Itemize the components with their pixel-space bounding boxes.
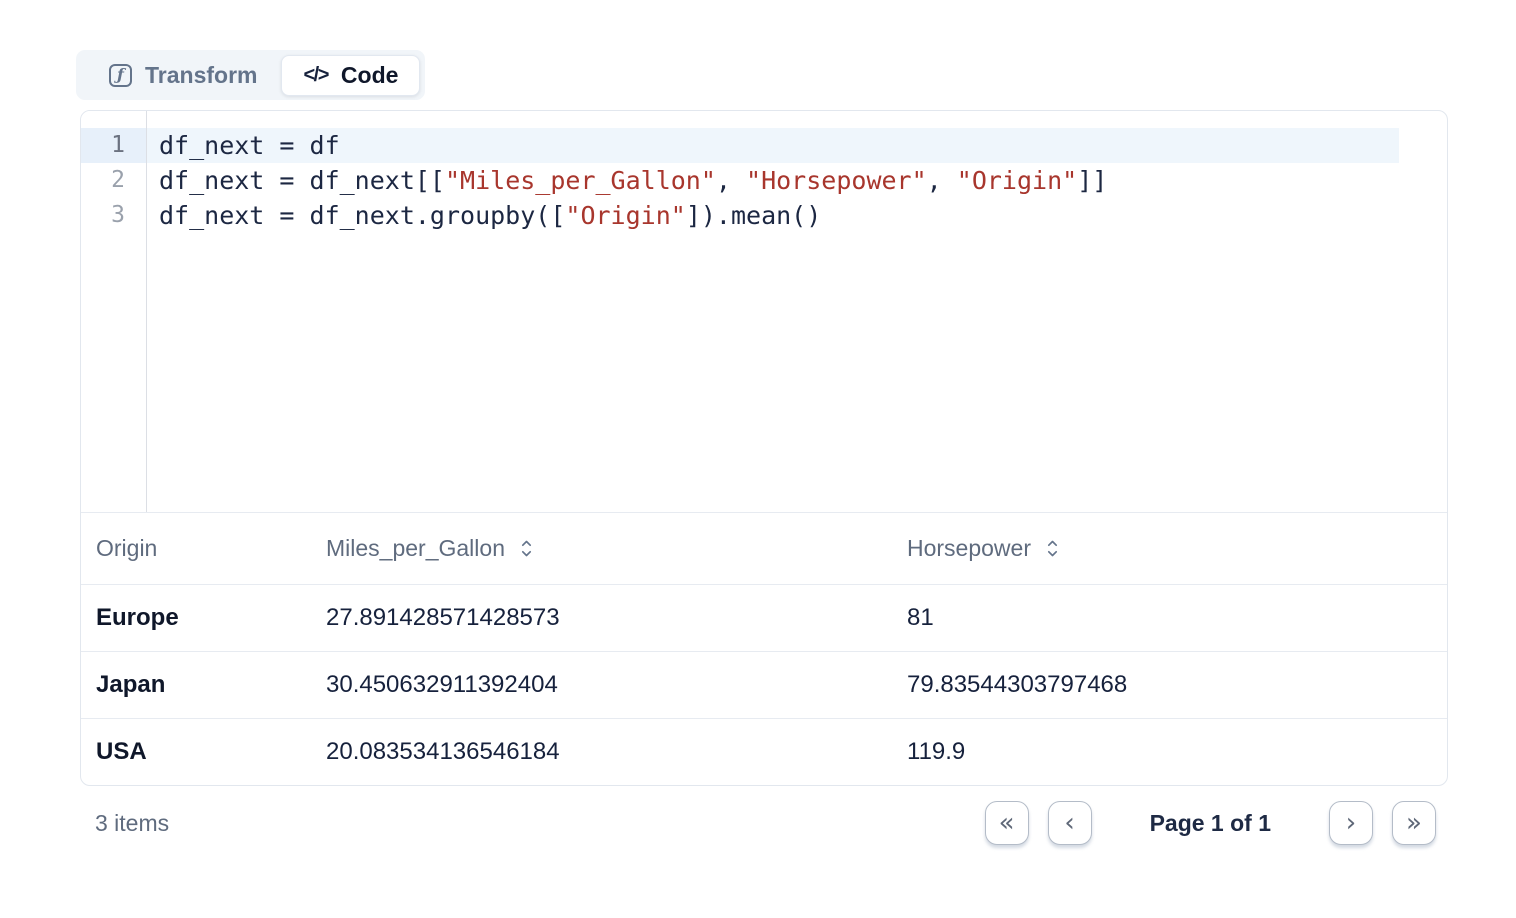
tab-code-label: Code: [341, 62, 399, 89]
dataframe-card: 123 df_next = df df_next = df_next[["Mile…: [80, 110, 1448, 786]
header-row: Origin Miles_per_Gallon Horsepower: [81, 513, 1447, 584]
chevron-right-icon: ›: [1346, 810, 1356, 836]
value-cell: 79.83544303797468: [892, 651, 1447, 718]
string-token: "Origin": [957, 166, 1077, 195]
page-indicator: Page 1 of 1: [1150, 810, 1271, 837]
result-table: Origin Miles_per_Gallon Horsepower Europe2…: [81, 513, 1447, 785]
table-footer: 3 items « ‹ Page 1 of 1 › »: [80, 786, 1448, 845]
tab-transform[interactable]: ƒ Transform: [81, 55, 281, 96]
column-label: Origin: [96, 535, 157, 561]
code-token: ,: [716, 166, 746, 195]
code-token: ,: [927, 166, 957, 195]
string-token: "Horsepower": [746, 166, 927, 195]
string-token: "Miles_per_Gallon": [445, 166, 716, 195]
value-cell: 119.9: [892, 718, 1447, 785]
code-line[interactable]: df_next = df: [147, 128, 1399, 163]
table-row: Europe27.89142857142857381: [81, 584, 1447, 651]
code-line[interactable]: df_next = df_next.groupby(["Origin"]).me…: [147, 198, 1447, 233]
column-label: Miles_per_Gallon: [326, 535, 505, 561]
column-label: Horsepower: [907, 535, 1031, 561]
double-chevron-left-icon: «: [999, 810, 1015, 836]
view-toggle: ƒ Transform </> Code: [76, 50, 425, 100]
table-row: Japan30.45063291139240479.83544303797468: [81, 651, 1447, 718]
chevron-left-icon: ‹: [1064, 810, 1074, 836]
prev-page-button[interactable]: ‹: [1048, 801, 1092, 845]
column-header-origin: Origin: [81, 513, 311, 584]
last-page-button[interactable]: »: [1392, 801, 1436, 845]
code-token: ]).mean(): [686, 201, 821, 230]
next-page-button[interactable]: ›: [1329, 801, 1373, 845]
table-header: Origin Miles_per_Gallon Horsepower: [81, 513, 1447, 584]
string-token: "Origin": [565, 201, 685, 230]
code-token: df_next = df_next[[: [159, 166, 445, 195]
code-lines[interactable]: df_next = df df_next = df_next[["Miles_pe…: [147, 111, 1447, 512]
row-index-cell: USA: [81, 718, 311, 785]
row-index-cell: Japan: [81, 651, 311, 718]
code-icon: </>: [303, 64, 327, 87]
code-token: ]]: [1077, 166, 1107, 195]
code-token: df_next = df: [159, 131, 340, 160]
page: ƒ Transform </> Code 123 df_next = dfdf_…: [0, 0, 1516, 845]
line-number: 3: [81, 198, 146, 233]
pagination: « ‹ Page 1 of 1 › »: [985, 801, 1436, 845]
function-icon: ƒ: [109, 64, 132, 87]
value-cell: 20.083534136546184: [311, 718, 892, 785]
code-line[interactable]: df_next = df_next[["Miles_per_Gallon", "…: [147, 163, 1447, 198]
editor-gutter: 123: [81, 111, 147, 512]
code-editor[interactable]: 123 df_next = df df_next = df_next[["Mile…: [81, 111, 1447, 513]
value-cell: 81: [892, 584, 1447, 651]
column-header-horsepower[interactable]: Horsepower: [892, 513, 1447, 584]
sort-icon: [1045, 538, 1060, 559]
table-row: USA20.083534136546184119.9: [81, 718, 1447, 785]
sort-icon: [519, 538, 534, 559]
items-count: 3 items: [95, 810, 169, 837]
code-token: df_next = df_next.groupby([: [159, 201, 565, 230]
row-index-cell: Europe: [81, 584, 311, 651]
column-header-miles-per-gallon[interactable]: Miles_per_Gallon: [311, 513, 892, 584]
first-page-button[interactable]: «: [985, 801, 1029, 845]
table-body: Europe27.89142857142857381Japan30.450632…: [81, 584, 1447, 785]
line-number: 1: [81, 128, 146, 163]
value-cell: 27.891428571428573: [311, 584, 892, 651]
double-chevron-right-icon: »: [1406, 810, 1422, 836]
tab-code[interactable]: </> Code: [281, 55, 420, 96]
value-cell: 30.450632911392404: [311, 651, 892, 718]
tab-transform-label: Transform: [145, 62, 257, 89]
line-number: 2: [81, 163, 146, 198]
